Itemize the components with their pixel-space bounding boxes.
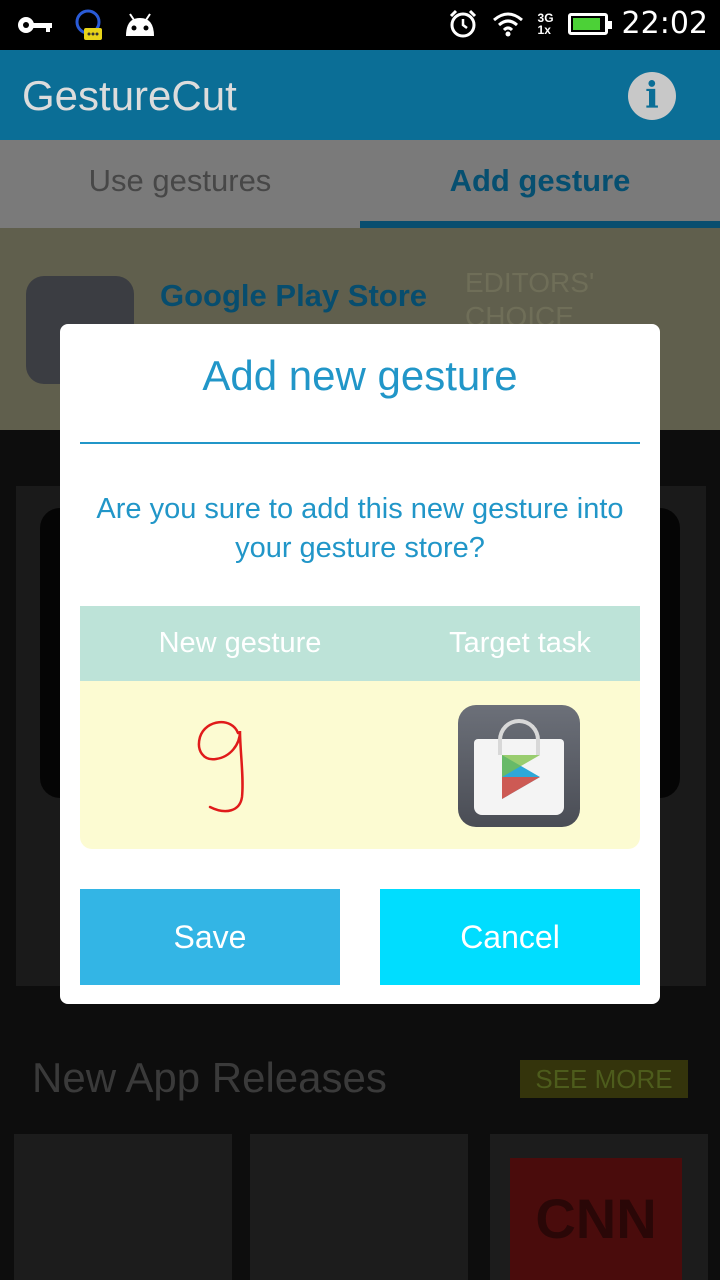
battery-icon	[567, 12, 612, 35]
see-more-button: SEE MORE	[520, 1060, 688, 1098]
section-title: New App Releases	[32, 1054, 387, 1101]
dialog-message: Are you sure to add this new gesture int…	[96, 493, 624, 564]
add-gesture-dialog: Add new gesture Are you sure to add this…	[60, 324, 660, 1004]
info-icon[interactable]: i	[628, 72, 676, 120]
tab-use-gestures[interactable]: Use gestures	[0, 140, 360, 228]
cancel-button[interactable]: Cancel	[380, 889, 640, 985]
clock: 22:02	[621, 6, 708, 41]
save-button[interactable]: Save	[80, 889, 340, 985]
android-icon	[126, 13, 154, 36]
signal-icon: 3G 1x	[537, 10, 554, 37]
column-target-task: Target task	[449, 627, 591, 659]
gesture-table-header: New gesture Target task	[80, 606, 640, 681]
wifi-icon	[492, 12, 523, 36]
key-icon	[18, 17, 52, 33]
dialog-title: Add new gesture	[202, 352, 518, 399]
google-play-store-icon	[458, 705, 580, 827]
store-name: Google Play Store	[160, 278, 428, 313]
cnn-logo: CNN	[510, 1158, 682, 1280]
status-bar: 3G 1x 22:02	[0, 0, 720, 50]
alarm-icon	[449, 9, 476, 37]
app-title: GestureCut	[22, 72, 237, 119]
tab-bar: Use gestures Add gesture	[0, 140, 720, 228]
dialog-divider	[80, 442, 640, 444]
column-new-gesture: New gesture	[158, 627, 322, 659]
gesture-stroke	[197, 721, 244, 813]
app-thumbnail	[250, 1134, 468, 1280]
gesture-table-row	[80, 681, 640, 849]
tab-add-gesture[interactable]: Add gesture	[360, 140, 720, 228]
app-bar: GestureCut i	[0, 50, 720, 140]
chat-icon	[75, 9, 102, 40]
app-thumbnail	[14, 1134, 232, 1280]
